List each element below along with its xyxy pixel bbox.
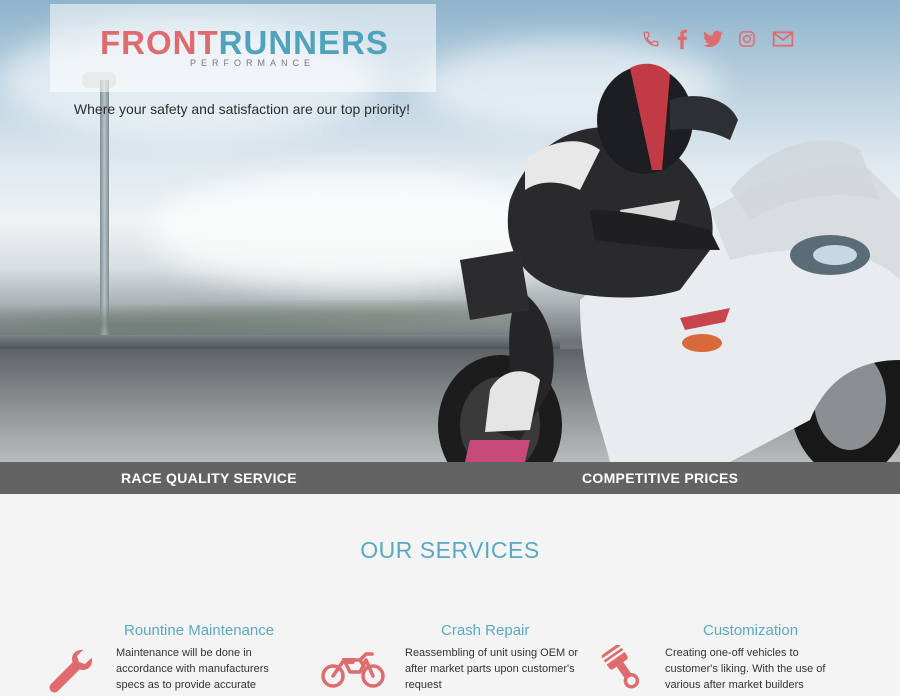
services-heading: OUR SERVICES bbox=[360, 537, 540, 563]
service-title-customization[interactable]: Customization bbox=[703, 622, 798, 639]
email-icon[interactable] bbox=[770, 28, 796, 50]
brand-logo[interactable]: FRONTRUNNERS bbox=[100, 24, 389, 62]
brand-name-part2: RUNNERS bbox=[218, 24, 389, 61]
twitter-icon[interactable] bbox=[700, 28, 726, 50]
wrench-icon bbox=[49, 649, 92, 693]
feature-competitive-prices: COMPETITIVE PRICES bbox=[582, 470, 739, 486]
brand-subtitle: PERFORMANCE bbox=[190, 58, 316, 68]
tagline: Where your safety and satisfaction are o… bbox=[73, 101, 411, 117]
light-pole bbox=[100, 80, 109, 335]
phone-icon[interactable] bbox=[640, 28, 662, 50]
motorcycle-icon bbox=[321, 652, 385, 688]
service-title-crash-repair[interactable]: Crash Repair bbox=[441, 622, 529, 639]
facebook-icon[interactable] bbox=[671, 28, 693, 50]
service-text-crash-repair: Reassembling of unit using OEM or after … bbox=[405, 647, 579, 691]
piston-icon bbox=[601, 645, 640, 689]
hero-banner: FRONTRUNNERS PERFORMANCE Where your safe… bbox=[0, 0, 900, 462]
feature-race-quality: RACE QUALITY SERVICE bbox=[121, 470, 297, 486]
instagram-icon[interactable] bbox=[736, 28, 758, 50]
service-title-maintenance[interactable]: Rountine Maintenance bbox=[124, 622, 274, 639]
service-text-maintenance: Maintenance will be done in accordance w… bbox=[116, 647, 269, 691]
service-text-customization: Creating one-off vehicles to customer's … bbox=[665, 647, 826, 691]
features-band: RACE QUALITY SERVICE COMPETITIVE PRICES bbox=[0, 462, 900, 494]
brand-name-part1: FRONT bbox=[100, 24, 219, 61]
motorcycle-rider-image bbox=[438, 63, 900, 462]
